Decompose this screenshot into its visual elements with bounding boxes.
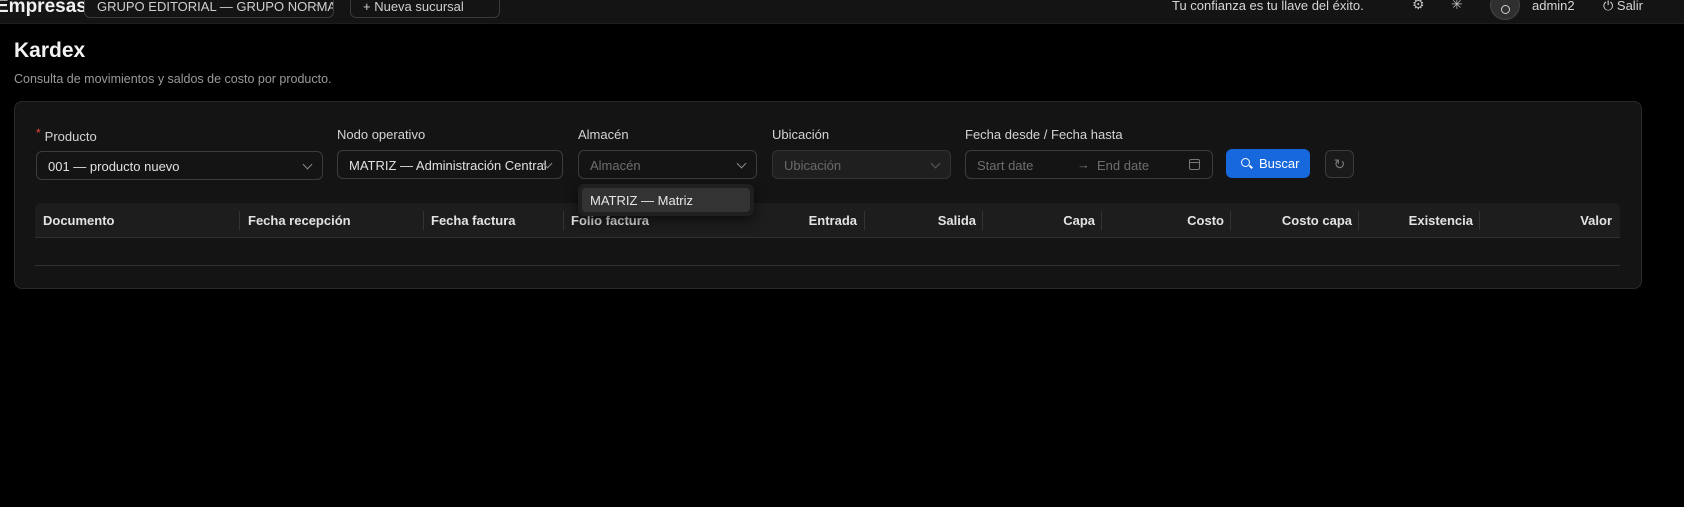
- column-divider: [423, 211, 424, 230]
- column-divider: [1101, 211, 1102, 230]
- node-select[interactable]: MATRIZ — Administración Central: [337, 150, 563, 179]
- column-divider: [563, 211, 564, 230]
- user-icon: [1501, 5, 1510, 14]
- company-select[interactable]: GRUPO EDITORIAL — GRUPO NORMAL ⌄: [84, 0, 334, 18]
- column-header: Salida: [937, 213, 976, 228]
- end-date-input[interactable]: End date: [1097, 158, 1149, 173]
- start-date-input[interactable]: Start date: [977, 158, 1033, 173]
- column-header: Valor: [1580, 213, 1612, 228]
- node-label: Nodo operativo: [337, 127, 426, 142]
- date-range-label: Fecha desde / Fecha hasta: [965, 127, 1123, 142]
- arrow-right-icon: →: [1077, 157, 1090, 172]
- page-title: Kardex: [14, 39, 86, 62]
- product-label-text: Producto: [44, 129, 97, 144]
- column-divider: [1358, 211, 1359, 230]
- search-icon: [1241, 158, 1250, 167]
- column-header: Costo: [1187, 213, 1224, 228]
- column-divider: [1479, 211, 1480, 230]
- user-name[interactable]: admin2: [1532, 0, 1575, 13]
- sun-icon[interactable]: ✳: [1451, 0, 1463, 13]
- logout-button[interactable]: ⏻ Salir: [1603, 0, 1643, 14]
- column-divider: [864, 211, 865, 230]
- column-header: Capa: [1063, 213, 1095, 228]
- bell-icon[interactable]: ⚙: [1412, 0, 1425, 13]
- search-button-label: Buscar: [1259, 156, 1300, 171]
- column-header: Costo capa: [1281, 213, 1352, 228]
- company-select-value: GRUPO EDITORIAL — GRUPO NORMAL: [97, 0, 334, 14]
- column-header: Fecha factura: [431, 213, 516, 228]
- required-mark: *: [36, 126, 41, 140]
- column-divider: [982, 211, 983, 230]
- column-divider: [1230, 211, 1231, 230]
- calendar-icon: [1189, 159, 1200, 170]
- column-divider: [239, 211, 240, 230]
- search-button[interactable]: Buscar: [1226, 149, 1310, 178]
- chevron-down-icon: [736, 158, 747, 169]
- table-body-empty: [35, 238, 1620, 266]
- reload-icon: ↻: [1333, 156, 1346, 172]
- warehouse-select[interactable]: Almacén: [578, 150, 757, 179]
- brand-title: Empresas: [0, 0, 87, 17]
- product-label: * Producto: [36, 126, 97, 144]
- product-select[interactable]: 001 — producto nuevo: [36, 151, 323, 180]
- chevron-down-icon: [930, 158, 941, 169]
- date-range-picker[interactable]: Start date → End date: [965, 150, 1213, 179]
- table-header: Documento Fecha recepción Fecha factura …: [35, 203, 1620, 238]
- chevron-down-icon: [302, 159, 313, 170]
- chevron-down-icon: ⌄: [313, 0, 323, 10]
- node-select-value: MATRIZ — Administración Central: [349, 158, 547, 173]
- product-select-value: 001 — producto nuevo: [48, 159, 180, 174]
- kardex-table: Documento Fecha recepción Fecha factura …: [35, 203, 1620, 266]
- column-header: Existencia: [1408, 213, 1473, 228]
- page-subtitle: Consulta de movimientos y saldos de cost…: [14, 72, 332, 86]
- location-placeholder: Ubicación: [784, 158, 842, 173]
- location-select: Ubicación: [772, 150, 951, 179]
- column-header: Documento: [43, 213, 115, 228]
- warehouse-placeholder: Almacén: [590, 158, 641, 173]
- avatar[interactable]: [1490, 0, 1520, 20]
- new-branch-button[interactable]: + Nueva sucursal: [350, 0, 500, 18]
- column-header: Entrada: [808, 213, 857, 228]
- logout-label: Salir: [1616, 0, 1643, 13]
- location-label: Ubicación: [772, 127, 830, 142]
- reload-button[interactable]: ↻: [1325, 150, 1354, 178]
- warehouse-dropdown: MATRIZ — Matriz: [578, 184, 754, 216]
- motto-text: Tu confianza es tu llave del éxito.: [1172, 0, 1364, 13]
- top-bar: Empresas GRUPO EDITORIAL — GRUPO NORMAL …: [0, 0, 1684, 24]
- column-header: Fecha recepción: [248, 213, 351, 228]
- power-icon: ⏻: [1603, 0, 1617, 13]
- dropdown-option[interactable]: MATRIZ — Matriz: [582, 188, 750, 212]
- warehouse-label: Almacén: [578, 127, 629, 142]
